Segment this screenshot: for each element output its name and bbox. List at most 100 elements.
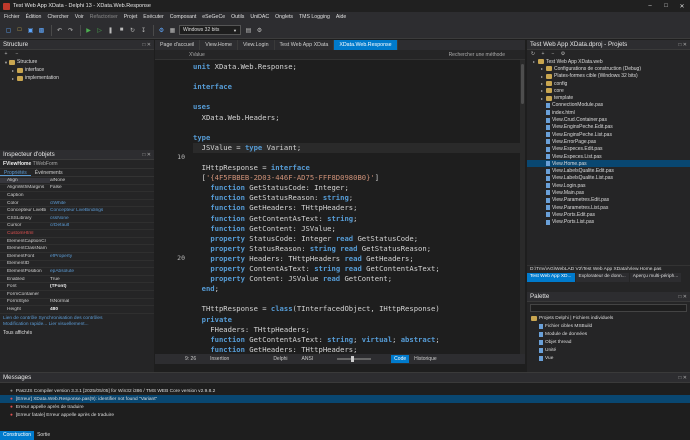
- close-icon[interactable]: □ ✕: [142, 152, 151, 158]
- tab-events[interactable]: Événements: [31, 169, 67, 176]
- project-item[interactable]: View.EnginsPeche.Edit.pas: [527, 124, 690, 131]
- project-item[interactable]: ▸ template: [527, 94, 690, 101]
- message-line[interactable]: ● Pas2JS Compiler version 3.3.1 [2025/05/…: [0, 387, 690, 395]
- structure-item[interactable]: ▼ Structure: [4, 58, 154, 66]
- project-item[interactable]: ▸ core: [527, 87, 690, 94]
- pin-icon[interactable]: □ ✕: [142, 42, 151, 48]
- code-line[interactable]: XData.Web.Headers;: [193, 113, 280, 123]
- code-line[interactable]: ['{4F5FBBEB-2D03-446F-AD75-FFF8D0980B0}'…: [193, 173, 379, 183]
- code-line[interactable]: JSValue = type Variant;: [193, 142, 523, 153]
- object-selector[interactable]: FViewHome TWebForm: [0, 160, 154, 169]
- property-row[interactable]: ElementPosition epAbsolute: [0, 268, 154, 276]
- project-item[interactable]: ▸ Test Web App XData.web: [527, 58, 690, 65]
- menu-item-5[interactable]: Projet: [124, 14, 138, 20]
- menu-item-10[interactable]: UniDAC: [250, 14, 269, 20]
- platform-select[interactable]: Windows 32 bits ▼: [179, 25, 241, 35]
- remove-icon[interactable]: −: [550, 51, 556, 57]
- menu-item-4[interactable]: Refactoriser: [90, 14, 118, 20]
- project-item[interactable]: View.LabelsQualite.List.pas: [527, 175, 690, 182]
- property-row[interactable]: CSSLibrary cssNone: [0, 215, 154, 223]
- project-tab[interactable]: Test Web App XD...: [527, 273, 575, 282]
- property-value[interactable]: crDefault: [50, 223, 69, 228]
- project-item[interactable]: View.Login.pas: [527, 182, 690, 189]
- run-without-debug-icon[interactable]: ▷: [95, 26, 104, 35]
- project-item[interactable]: ▸ config: [527, 80, 690, 87]
- property-value[interactable]: False: [50, 185, 62, 190]
- palette-item[interactable]: Fichier cibles MSBuild: [527, 322, 690, 330]
- project-item[interactable]: View.EnginsPeche.List.pas: [527, 131, 690, 138]
- menu-item-6[interactable]: Exécuter: [143, 14, 163, 20]
- tab-properties[interactable]: Propriétés: [0, 169, 31, 176]
- menu-item-11[interactable]: Onglets: [275, 14, 293, 20]
- close-icon[interactable]: ✕: [674, 3, 690, 10]
- device-icon[interactable]: ▤: [244, 26, 253, 35]
- project-item[interactable]: index.html: [527, 109, 690, 116]
- property-row[interactable]: ElementID: [0, 261, 154, 269]
- message-line[interactable]: ● [Erreur fatale] Erreur appelle après de…: [0, 411, 690, 419]
- property-row[interactable]: Height 480: [0, 306, 154, 314]
- editor-tab[interactable]: XData.Web.Response: [334, 40, 398, 50]
- code-line[interactable]: function GetContent: JSValue;: [193, 224, 336, 234]
- code-line[interactable]: function GetStatusReason: string;: [193, 193, 353, 203]
- code-line[interactable]: type: [193, 133, 210, 143]
- layout-icon[interactable]: ▦: [168, 26, 177, 35]
- menu-item-13[interactable]: Aide: [336, 14, 346, 20]
- property-value[interactable]: alNone: [50, 178, 65, 183]
- property-row[interactable]: CustomHtml: [0, 230, 154, 238]
- menu-item-3[interactable]: Voir: [75, 14, 84, 20]
- tab-history[interactable]: Historique: [411, 355, 440, 363]
- code-line[interactable]: FHeaders: THttpHeaders;: [193, 325, 310, 335]
- code-line[interactable]: function GetContentAsText: string;: [193, 214, 357, 224]
- close-icon[interactable]: □ ✕: [678, 375, 687, 381]
- property-value[interactable]: 480: [50, 307, 58, 312]
- property-row[interactable]: Enabled True: [0, 276, 154, 284]
- code-line[interactable]: interface: [193, 82, 232, 92]
- property-row[interactable]: FormStyle fsNormal: [0, 299, 154, 307]
- project-tab[interactable]: Explorateur de donn...: [575, 273, 629, 282]
- project-item[interactable]: View.Especes.Edit.pas: [527, 146, 690, 153]
- project-item[interactable]: View.Ports.List.pas: [527, 219, 690, 226]
- code-line[interactable]: property Headers: THttpHeaders read GetH…: [193, 254, 413, 264]
- stop-icon[interactable]: ■: [117, 26, 126, 35]
- property-row[interactable]: Align alNone: [0, 177, 154, 185]
- code-line[interactable]: unit XData.Web.Response;: [193, 62, 297, 72]
- menu-item-12[interactable]: TMS Logging: [299, 14, 330, 20]
- project-item[interactable]: View.Home.pas: [527, 160, 690, 168]
- project-item[interactable]: View.Especes.List.pas: [527, 153, 690, 160]
- structure-item[interactable]: ▸ implementation: [4, 74, 154, 82]
- expand-all-icon[interactable]: +: [3, 51, 9, 57]
- settings-icon[interactable]: ⚙: [255, 26, 264, 35]
- inspector-links[interactable]: Lien de contrôle Synchronisation des con…: [0, 314, 154, 321]
- project-item[interactable]: View.Ports.Edit.pas: [527, 211, 690, 218]
- code-line[interactable]: uses: [193, 102, 210, 112]
- palette-item[interactable]: Projets Delphi | Fichiers individuels: [527, 314, 690, 322]
- tab-code[interactable]: Code: [391, 355, 410, 363]
- redo-icon[interactable]: ↷: [66, 26, 75, 35]
- project-tab[interactable]: Aperçu multi-périph...: [629, 273, 682, 282]
- palette-item[interactable]: Vue: [527, 354, 690, 362]
- inspector-links-2[interactable]: Modification rapide... Lier visuellement…: [0, 321, 154, 328]
- property-row[interactable]: ElementCaptionCl: [0, 238, 154, 246]
- code-line[interactable]: property ContentAsText: string read GetC…: [193, 264, 439, 274]
- menu-item-1[interactable]: Édition: [26, 14, 42, 20]
- property-row[interactable]: ElementFont efProperty: [0, 253, 154, 261]
- project-item[interactable]: View.LabelsQualite.Edit.pas: [527, 167, 690, 174]
- menu-item-0[interactable]: Fichier: [4, 14, 20, 20]
- undo-icon[interactable]: ↶: [55, 26, 64, 35]
- property-value[interactable]: Concepteur LiveBindings: [50, 208, 103, 213]
- language[interactable]: Delphi: [273, 356, 287, 362]
- property-value[interactable]: cssNone: [50, 216, 69, 221]
- project-item[interactable]: View.Parametres.Edit.pas: [527, 197, 690, 204]
- property-row[interactable]: Concepteur LiveBi Concepteur LiveBindings: [0, 207, 154, 215]
- message-line[interactable]: ● [Erreur] XData.Web.Response.pas(9): ide…: [0, 395, 690, 403]
- property-value[interactable]: efProperty: [50, 254, 72, 259]
- property-value[interactable]: fsNormal: [50, 299, 69, 304]
- class-dropdown[interactable]: XValue: [159, 52, 205, 58]
- editor-tab[interactable]: View.Home: [200, 40, 238, 50]
- project-item[interactable]: ▸ Configurations de construction (Debug): [527, 65, 690, 72]
- step-over-icon[interactable]: ↻: [128, 26, 137, 35]
- close-icon[interactable]: □ ✕: [678, 294, 687, 300]
- open-folder-icon[interactable]: □: [15, 26, 24, 35]
- property-row[interactable]: Font (TFont): [0, 283, 154, 291]
- project-item[interactable]: View.ErrorPage.pas: [527, 138, 690, 145]
